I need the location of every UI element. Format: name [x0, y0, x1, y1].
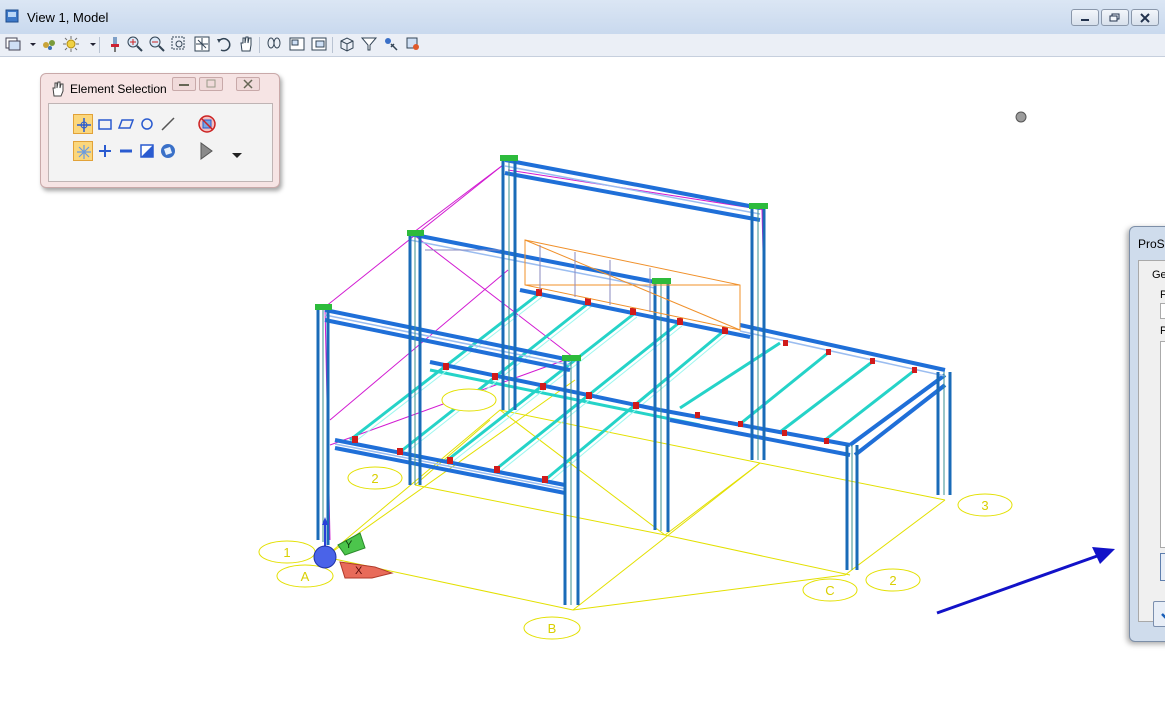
view-display-icon[interactable]: [360, 35, 378, 53]
previous-view-icon[interactable]: [288, 35, 306, 53]
window-title-bar: View 1, Model: [0, 0, 1165, 35]
clip-volume-icon[interactable]: [338, 35, 356, 53]
circle-method-icon[interactable]: [137, 114, 157, 134]
chevron-down-icon[interactable]: [24, 35, 36, 53]
element-selection-tools: [48, 103, 273, 182]
minimize-button[interactable]: [1071, 9, 1099, 26]
new-mode-icon[interactable]: [73, 141, 93, 161]
line-method-icon[interactable]: [158, 114, 178, 134]
panel-minimize-button[interactable]: [172, 77, 196, 91]
dialog-title: ProSt: [1138, 237, 1165, 251]
dialog-option-button[interactable]: [1160, 553, 1165, 581]
field-label-1: P: [1160, 289, 1165, 301]
checkmark-icon: [1161, 613, 1165, 619]
block-method-icon[interactable]: [95, 114, 115, 134]
view-groups-icon[interactable]: [40, 35, 58, 53]
cursor-marker: [1015, 111, 1027, 123]
microstation-view-icon: [5, 9, 19, 23]
lighting-icon[interactable]: [62, 35, 80, 53]
subtract-mode-icon[interactable]: [116, 141, 136, 161]
field-label-2: P: [1160, 325, 1165, 337]
annotation-arrow: [936, 547, 1115, 615]
selection-icon[interactable]: [382, 35, 400, 53]
steel-columns: [316, 160, 952, 605]
window-area-icon[interactable]: [170, 35, 188, 53]
grid-label-C: C: [825, 583, 834, 598]
grid-label-2-left: 2: [371, 471, 378, 486]
general-tab[interactable]: Ge: [1152, 269, 1165, 281]
field-list[interactable]: [1160, 341, 1165, 548]
axis-y-label: Y: [345, 539, 353, 551]
close-button[interactable]: [1131, 9, 1159, 26]
window-title: View 1, Model: [27, 10, 109, 25]
walk-icon[interactable]: [265, 35, 283, 53]
restore-button[interactable]: [1101, 9, 1129, 26]
element-selection-title: Element Selection: [70, 82, 167, 96]
select-all-icon[interactable]: [158, 141, 178, 161]
fit-view-icon[interactable]: [193, 35, 211, 53]
panel-restore-button[interactable]: [199, 77, 223, 91]
shape-method-icon[interactable]: [116, 114, 136, 134]
grid-label-3: 3: [981, 498, 988, 513]
dialog-body: Ge P P: [1138, 260, 1165, 627]
field-input-1[interactable]: [1160, 303, 1165, 319]
add-mode-icon[interactable]: [95, 141, 115, 161]
grid-label-1: 1: [283, 545, 290, 560]
paint-icon[interactable]: [106, 35, 124, 53]
grid-bubble-top: [441, 388, 497, 412]
rotate-view-icon[interactable]: [215, 35, 233, 53]
grid-label-A: A: [301, 569, 310, 584]
expand-arrow-icon[interactable]: [227, 146, 247, 166]
prostructures-dialog[interactable]: ProSt Ge P P: [1129, 226, 1165, 642]
zoom-out-icon[interactable]: [148, 35, 166, 53]
chevron-down-icon[interactable]: [84, 35, 96, 53]
next-view-icon[interactable]: [310, 35, 328, 53]
axis-x-label: X: [355, 565, 363, 577]
grid-label-2-right: 2: [889, 573, 896, 588]
selection-pointer-icon[interactable]: [197, 141, 217, 161]
zoom-in-icon[interactable]: [126, 35, 144, 53]
invert-mode-icon[interactable]: [137, 141, 157, 161]
element-selection-panel[interactable]: Element Selection: [40, 73, 280, 188]
hand-pointer-icon: [50, 81, 64, 100]
grid-label-B: B: [548, 621, 557, 636]
ok-button[interactable]: [1153, 601, 1165, 627]
change-view-icon[interactable]: [404, 35, 422, 53]
clear-selection-icon[interactable]: [197, 114, 217, 134]
pan-view-icon[interactable]: [237, 35, 255, 53]
panel-close-button[interactable]: [236, 77, 260, 91]
view-attributes-icon[interactable]: [4, 35, 22, 53]
individual-method-icon[interactable]: [73, 114, 93, 134]
view-toolbar: [0, 34, 1165, 57]
